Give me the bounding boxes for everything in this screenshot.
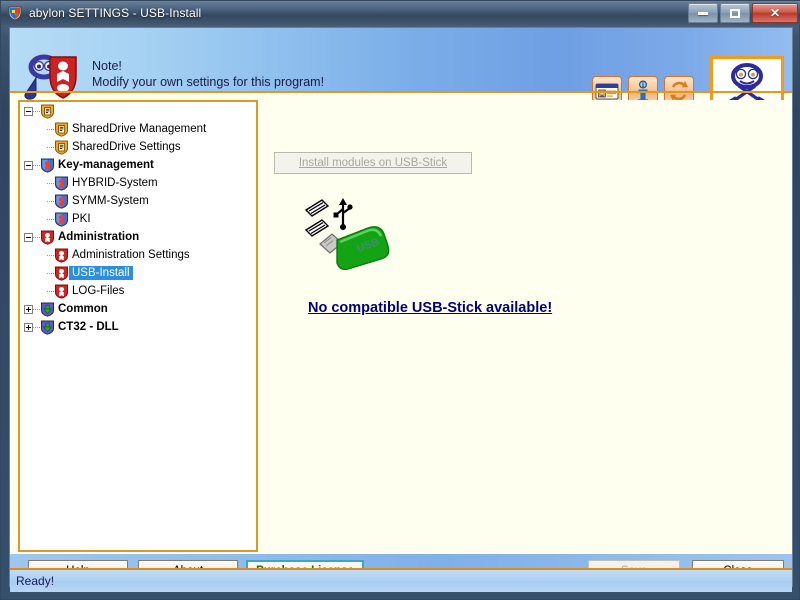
tree-connector-line: [33, 110, 40, 112]
svg-text:i: i: [642, 81, 644, 89]
tree-connector-line: [33, 326, 40, 328]
abylon-mascot-icon: [20, 54, 82, 102]
administration-shield-icon: [54, 248, 69, 263]
tree-item-shareddrive-settings[interactable]: SharedDrive Settings: [20, 138, 256, 156]
header-text-block: Note! Modify your own settings for this …: [92, 58, 324, 90]
usb-stick-icon: USB: [304, 196, 396, 276]
application-window: abylon SETTINGS - USB-Install ✕ Note! Mo…: [0, 0, 800, 600]
tree-item-label: USB-Install: [69, 266, 133, 280]
no-usb-message[interactable]: No compatible USB-Stick available!: [308, 300, 552, 316]
key-management-shield-icon: [54, 176, 69, 191]
close-button[interactable]: ✕: [752, 3, 798, 23]
tree-connector-line: [47, 128, 54, 130]
tree-item-label: Administration Settings: [72, 249, 190, 261]
tree-connector-line: [47, 272, 54, 274]
tree-item-label: SYMM-System: [72, 195, 149, 207]
key-management-shield-icon: [54, 212, 69, 227]
tree-item-symm-system[interactable]: SYMM-System: [20, 192, 256, 210]
tree-item-label: LOG-Files: [72, 285, 125, 297]
install-modules-button[interactable]: Install modules on USB-Stick: [274, 152, 472, 174]
tree-connector-line: [47, 200, 54, 202]
expand-toggle-minus-icon[interactable]: [24, 232, 33, 242]
minimize-button[interactable]: [688, 3, 718, 23]
tree-item-pki[interactable]: PKI: [20, 210, 256, 228]
administration-shield-icon: [54, 284, 69, 299]
expand-toggle-plus-icon[interactable]: [24, 322, 33, 332]
header-note-label: Note!: [92, 59, 122, 73]
key-management-shield-icon: [40, 158, 55, 173]
administration-shield-icon: [40, 230, 55, 245]
expand-toggle-plus-icon[interactable]: [24, 304, 33, 314]
title-bar[interactable]: abylon SETTINGS - USB-Install ✕: [1, 1, 800, 25]
tree-item-administration-settings[interactable]: Administration Settings: [20, 246, 256, 264]
restore-icon: [730, 8, 740, 18]
tree-item-ct32-dll[interactable]: CT32 - DLL: [20, 318, 256, 336]
tree-connector-line: [47, 146, 54, 148]
tree-item-label: HYBRID-System: [72, 177, 158, 189]
tree-item-hybrid-system[interactable]: HYBRID-System: [20, 174, 256, 192]
close-icon: ✕: [769, 6, 781, 20]
tree-item-usb-install[interactable]: USB-Install: [20, 264, 256, 282]
shared-drive-shield-icon: [54, 122, 69, 137]
window-controls: ✕: [688, 3, 798, 23]
tree-item-label: CT32 - DLL: [58, 321, 119, 333]
tree-connector-line: [47, 218, 54, 220]
status-text: Ready!: [16, 574, 55, 588]
client-area: Note! Modify your own settings for this …: [9, 27, 793, 587]
expand-toggle-minus-icon[interactable]: [24, 106, 33, 116]
window-title: abylon SETTINGS - USB-Install: [29, 6, 202, 20]
tree-connector-line: [33, 236, 40, 238]
tree-connector-line: [33, 164, 40, 166]
tree-connector-line: [47, 254, 54, 256]
tree-item-log-files[interactable]: LOG-Files: [20, 282, 256, 300]
common-shield-icon: [40, 302, 55, 317]
tree-connector-line: [47, 182, 54, 184]
administration-shield-icon: [54, 266, 69, 281]
expand-toggle-minus-icon[interactable]: [24, 160, 33, 170]
minimize-icon: [698, 11, 708, 15]
tree-connector-line: [33, 308, 40, 310]
tree-connector-line: [47, 290, 54, 292]
common-shield-icon: [40, 320, 55, 335]
status-bar: Ready!: [10, 568, 792, 592]
tree-item-label: Common: [58, 303, 108, 315]
tree-item-administration[interactable]: Administration: [20, 228, 256, 246]
tree-item-root[interactable]: [20, 102, 256, 120]
tree-item-label: SharedDrive Management: [72, 123, 207, 135]
tree-item-label: PKI: [72, 213, 91, 225]
tree-item-label: Key-management: [58, 159, 154, 171]
restore-button[interactable]: [720, 3, 750, 23]
header-divider: [10, 91, 792, 93]
header-banner: Note! Modify your own settings for this …: [10, 28, 792, 114]
tree-item-label: Administration: [58, 231, 140, 243]
header-note-text: Modify your own settings for this progra…: [92, 75, 325, 89]
tree-item-shareddrive-management[interactable]: SharedDrive Management: [20, 120, 256, 138]
tree-item-key-management[interactable]: Key-management: [20, 156, 256, 174]
shared-drive-shield-icon: [54, 140, 69, 155]
tree-item-common[interactable]: Common: [20, 300, 256, 318]
settings-tree[interactable]: SharedDrive Management SharedDrive Settin…: [18, 100, 258, 552]
tree-item-label: SharedDrive Settings: [72, 141, 181, 153]
key-management-shield-icon: [54, 194, 69, 209]
shield-app-icon: [7, 5, 23, 21]
content-panel: Install modules on USB-Stick USB No comp…: [262, 100, 784, 552]
shared-drive-shield-icon: [40, 104, 55, 119]
